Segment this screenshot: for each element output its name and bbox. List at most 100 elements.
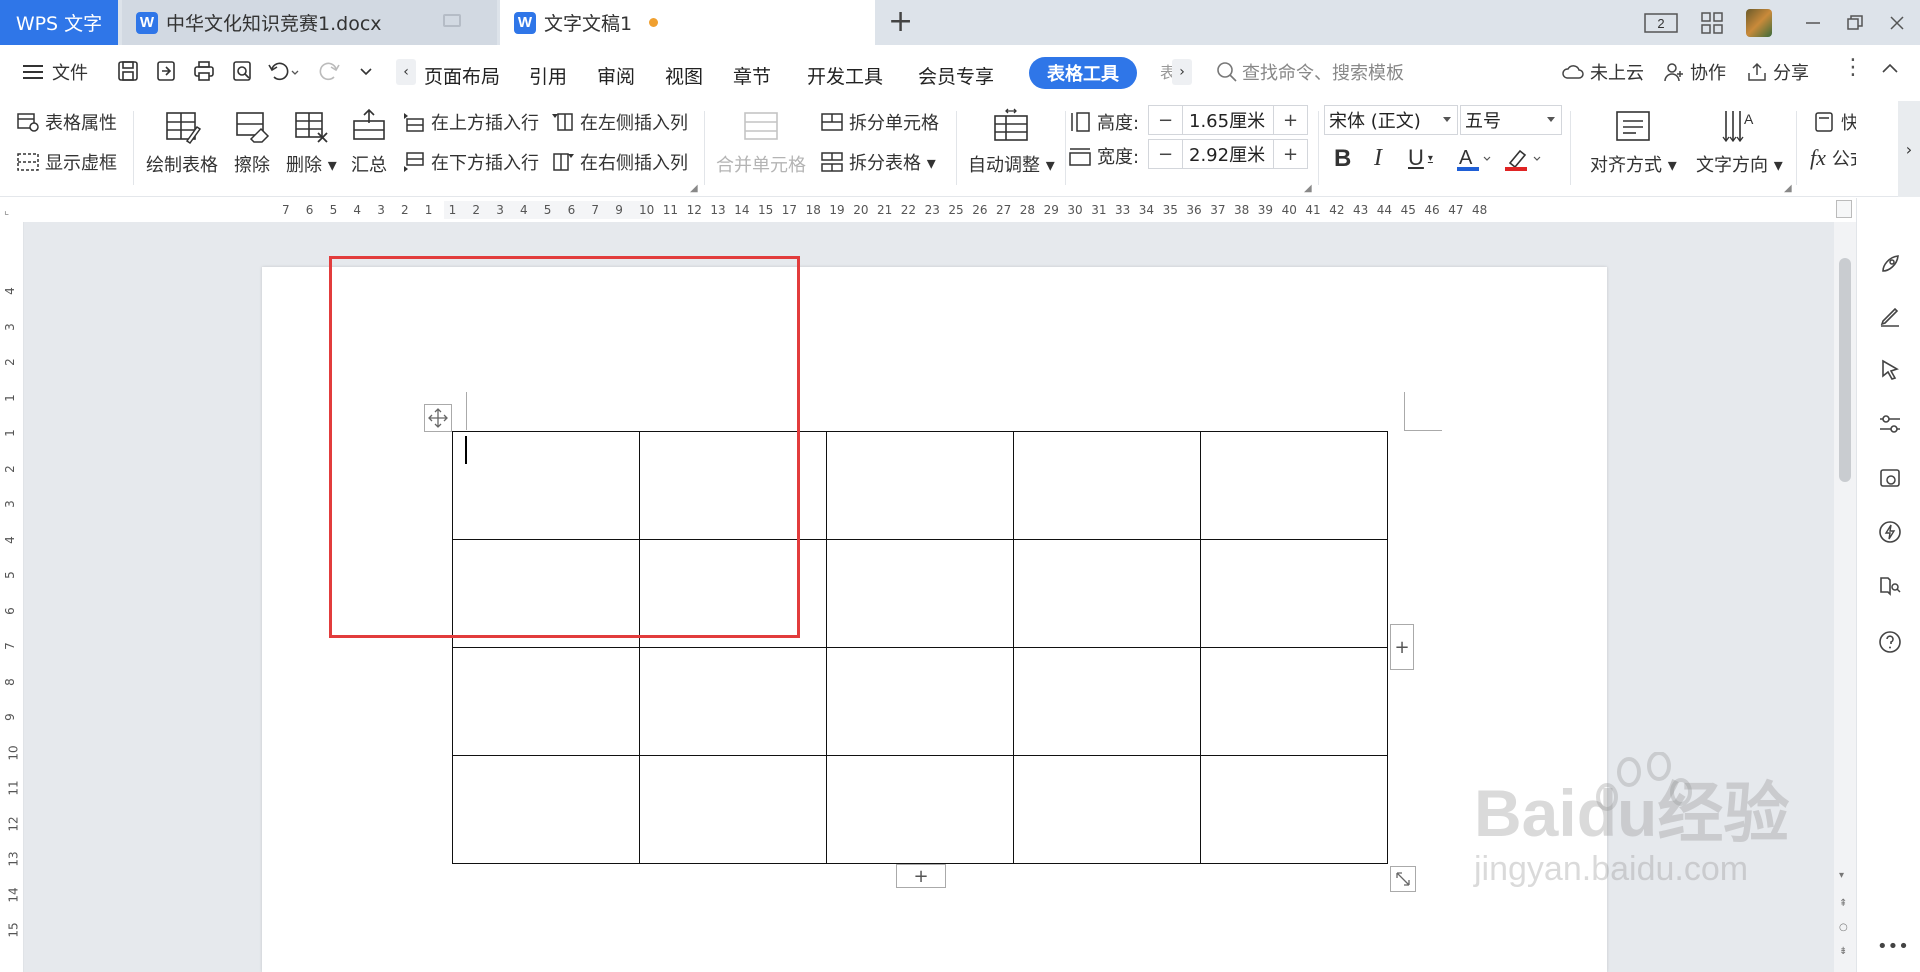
minimize-button[interactable] <box>1804 0 1822 45</box>
save-button[interactable] <box>116 59 140 83</box>
increase-height-button[interactable]: + <box>1273 106 1307 134</box>
undo-button[interactable] <box>266 59 300 83</box>
table-cell[interactable] <box>826 431 1014 540</box>
table-cell[interactable] <box>639 647 827 756</box>
decrease-width-button[interactable]: − <box>1149 140 1183 168</box>
bold-button[interactable]: B <box>1334 145 1351 173</box>
col-width-value[interactable]: 2.92厘米 <box>1183 141 1273 167</box>
formula-button[interactable]: fx 公式 <box>1810 145 1856 171</box>
backup-icon[interactable] <box>1878 466 1902 490</box>
group-launcher-icon[interactable]: ◢ <box>1784 183 1792 194</box>
print-preview-button[interactable] <box>230 59 254 83</box>
menu-developer[interactable]: 开发工具 <box>807 62 883 89</box>
decrease-height-button[interactable]: − <box>1149 106 1183 134</box>
split-cells-button[interactable]: 拆分单元格 <box>820 109 939 135</box>
font-name-select[interactable]: 宋体 (正文) <box>1324 105 1458 135</box>
text-direction-button[interactable]: A 文字方向 ▾ <box>1696 107 1783 177</box>
insert-col-left-button[interactable]: 在左侧插入列 <box>551 109 688 135</box>
draw-table-button[interactable]: 绘制表格 <box>146 107 218 177</box>
row-height-spinner[interactable]: − 1.65厘米 + <box>1148 105 1308 135</box>
font-size-select[interactable]: 五号 <box>1460 105 1562 135</box>
menu-references[interactable]: 引用 <box>529 62 567 89</box>
table-cell[interactable] <box>1200 755 1388 864</box>
auto-fit-button[interactable]: 自动调整 ▾ <box>968 107 1055 177</box>
quick-calc-button[interactable]: 快速计算 <box>1812 109 1856 135</box>
restore-button[interactable] <box>1846 0 1864 45</box>
table-properties-button[interactable]: 表格属性 <box>16 109 117 135</box>
table-cell[interactable] <box>1013 431 1201 540</box>
menu-member[interactable]: 会员专享 <box>918 62 994 89</box>
quick-access-dropdown[interactable] <box>358 59 374 83</box>
window-layout-badge[interactable]: 2 <box>1644 0 1678 45</box>
table-cell[interactable] <box>826 755 1014 864</box>
add-row-button[interactable]: + <box>896 864 946 888</box>
increase-width-button[interactable]: + <box>1273 140 1307 168</box>
collapse-ribbon-button[interactable] <box>1880 59 1900 79</box>
table-cell[interactable] <box>1013 755 1201 864</box>
show-gridlines-button[interactable]: 显示虚框 <box>16 149 117 175</box>
scroll-down-icon[interactable]: ▾ <box>1839 870 1844 881</box>
grid-apps-icon[interactable] <box>1700 0 1724 45</box>
highlight-color-button[interactable] <box>1504 145 1542 173</box>
table-cell[interactable] <box>452 647 640 756</box>
pen-icon[interactable] <box>1878 304 1902 328</box>
export-pdf-button[interactable] <box>154 59 178 83</box>
align-button[interactable]: 对齐方式 ▾ <box>1590 107 1677 177</box>
sliders-icon[interactable] <box>1878 412 1902 436</box>
menu-page-layout[interactable]: 页面布局 <box>424 62 500 89</box>
add-column-button[interactable]: + <box>1390 624 1414 670</box>
ribbon-scroll-right[interactable]: › <box>1898 101 1920 197</box>
document-tab-1[interactable]: W 中华文化知识竞赛1.docx <box>122 0 497 45</box>
insert-row-above-button[interactable]: 在上方插入行 <box>402 109 539 135</box>
share-button[interactable]: 分享 <box>1745 59 1809 85</box>
collaborate-button[interactable]: 协作 <box>1662 59 1726 85</box>
merge-cells-button[interactable]: 合并单元格 <box>716 107 806 177</box>
menu-table-tools[interactable]: 表格工具 <box>1029 57 1137 89</box>
next-page-icon[interactable]: ⇟ <box>1839 946 1847 957</box>
menu-chapter[interactable]: 章节 <box>733 62 771 89</box>
lightning-icon[interactable] <box>1878 520 1902 544</box>
table-cell[interactable] <box>639 755 827 864</box>
help-icon[interactable] <box>1878 630 1902 654</box>
table-cell[interactable] <box>452 755 640 864</box>
more-icon[interactable]: ••• <box>1877 936 1909 957</box>
underline-button[interactable]: U ▾ <box>1408 145 1433 171</box>
erase-button[interactable]: 擦除 <box>233 107 271 177</box>
more-options-button[interactable]: ⋮ <box>1842 55 1864 80</box>
cloud-status-button[interactable]: 未上云 <box>1560 59 1644 85</box>
rocket-icon[interactable] <box>1878 252 1902 276</box>
insert-row-below-button[interactable]: 在下方插入行 <box>402 149 539 175</box>
wps-home-tab[interactable]: WPS 文字 <box>0 0 118 45</box>
table-cell[interactable] <box>1013 647 1201 756</box>
document-tab-2[interactable]: W 文字文稿1 <box>500 0 875 45</box>
italic-button[interactable]: I <box>1374 145 1382 172</box>
user-avatar[interactable] <box>1746 0 1772 45</box>
table-cell[interactable] <box>1200 539 1388 648</box>
table-resize-handle[interactable] <box>1390 866 1416 892</box>
file-menu-button[interactable]: 文件 <box>22 59 88 85</box>
insert-col-right-button[interactable]: 在右侧插入列 <box>551 149 688 175</box>
row-height-value[interactable]: 1.65厘米 <box>1183 107 1273 133</box>
table-cell[interactable] <box>826 647 1014 756</box>
prev-page-icon[interactable]: ⇞ <box>1839 898 1847 909</box>
menu-view[interactable]: 视图 <box>665 62 703 89</box>
group-launcher-icon[interactable]: ◢ <box>1304 183 1312 194</box>
summary-button[interactable]: 汇总 <box>350 107 388 177</box>
select-browse-icon[interactable]: ○ <box>1839 922 1848 933</box>
new-tab-button[interactable]: + <box>888 6 913 38</box>
vertical-ruler[interactable]: 4 3 2 1 1 2 3 4 5 6 7 8 9 10 11 12 13 14 15 <box>0 222 24 972</box>
book-search-icon[interactable] <box>1878 574 1902 598</box>
table-cell[interactable] <box>1013 539 1201 648</box>
table-cell[interactable] <box>826 539 1014 648</box>
cursor-select-icon[interactable] <box>1878 358 1902 382</box>
redo-button[interactable] <box>316 59 350 83</box>
command-search[interactable]: 查找命令、搜索模板 <box>1216 59 1404 85</box>
col-width-spinner[interactable]: − 2.92厘米 + <box>1148 139 1308 169</box>
group-launcher-icon[interactable]: ◢ <box>690 183 698 194</box>
split-table-button[interactable]: 拆分表格 ▾ <box>820 149 936 175</box>
font-color-button[interactable]: A <box>1456 145 1492 173</box>
vertical-scrollbar[interactable]: ▾ ⇞ ○ ⇟ <box>1834 222 1856 972</box>
menu-review[interactable]: 审阅 <box>597 62 635 89</box>
table-cell[interactable] <box>1200 647 1388 756</box>
menu-scroll-right[interactable]: › <box>1172 59 1192 85</box>
